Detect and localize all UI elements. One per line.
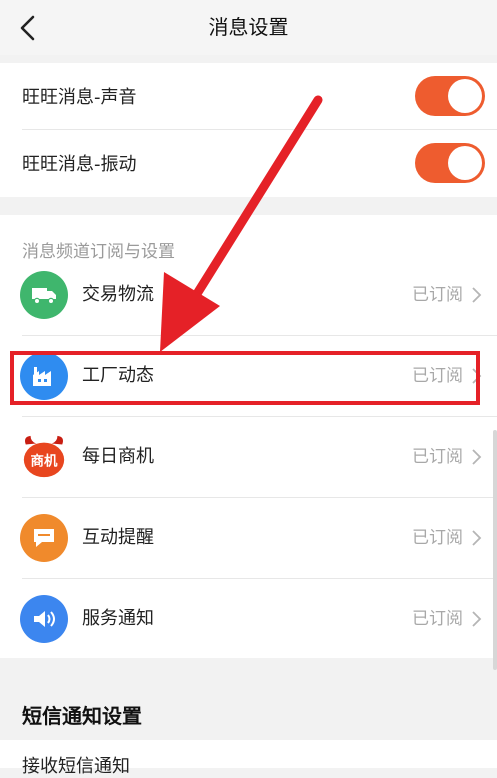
channel-name: 每日商机 [82, 446, 154, 467]
channel-row-trade-logistics[interactable]: 交易物流 已订阅 [0, 255, 497, 335]
header-bar: 消息设置 [0, 0, 497, 55]
channel-name: 交易物流 [82, 284, 154, 305]
vibrate-setting-row: 旺旺消息-振动 [0, 130, 497, 196]
factory-icon [20, 352, 68, 400]
channel-row-interaction-reminders[interactable]: 互动提醒 已订阅 [0, 498, 497, 578]
channel-settings-card: 消息频道订阅与设置 交易物流 已订阅 工厂动态 已订阅 商机 每日商机 已订阅 … [0, 215, 497, 658]
chevron-right-icon [472, 368, 482, 384]
chevron-right-icon [472, 449, 482, 465]
vibrate-setting-label: 旺旺消息-振动 [22, 154, 137, 175]
sms-section-title: 短信通知设置 [22, 704, 142, 728]
toggle-knob [448, 146, 482, 180]
subscription-status: 已订阅 [412, 609, 463, 629]
back-button[interactable] [12, 12, 44, 44]
channel-row-service-notices[interactable]: 服务通知 已订阅 [0, 579, 497, 659]
subscription-status: 已订阅 [412, 285, 463, 305]
business-opportunity-icon: 商机 [20, 433, 68, 481]
chevron-right-icon [472, 530, 482, 546]
chat-icon [20, 514, 68, 562]
chevron-left-icon [20, 15, 35, 41]
truck-icon [20, 271, 68, 319]
toggle-knob [448, 79, 482, 113]
channel-name: 工厂动态 [82, 365, 154, 386]
subscription-status: 已订阅 [412, 447, 463, 467]
scrollbar[interactable] [493, 430, 497, 670]
channel-name: 服务通知 [82, 608, 154, 629]
channel-name: 互动提醒 [82, 527, 154, 548]
wangwang-settings-card: 旺旺消息-声音 旺旺消息-振动 [0, 63, 497, 197]
vibrate-toggle[interactable] [415, 143, 485, 183]
sms-settings-card: 接收短信通知 [0, 740, 497, 777]
page-title: 消息设置 [208, 15, 289, 39]
sound-setting-label: 旺旺消息-声音 [22, 87, 137, 108]
business-opportunity-icon-text: 商机 [31, 453, 58, 470]
receive-sms-label[interactable]: 接收短信通知 [22, 752, 130, 778]
speaker-icon [20, 595, 68, 643]
sound-toggle[interactable] [415, 76, 485, 116]
chevron-right-icon [472, 611, 482, 627]
channel-row-factory-updates[interactable]: 工厂动态 已订阅 [0, 336, 497, 416]
chevron-right-icon [472, 287, 482, 303]
subscription-status: 已订阅 [412, 366, 463, 386]
subscription-status: 已订阅 [412, 528, 463, 548]
channel-row-daily-opportunities[interactable]: 商机 每日商机 已订阅 [0, 417, 497, 497]
sound-setting-row: 旺旺消息-声音 [0, 63, 497, 129]
